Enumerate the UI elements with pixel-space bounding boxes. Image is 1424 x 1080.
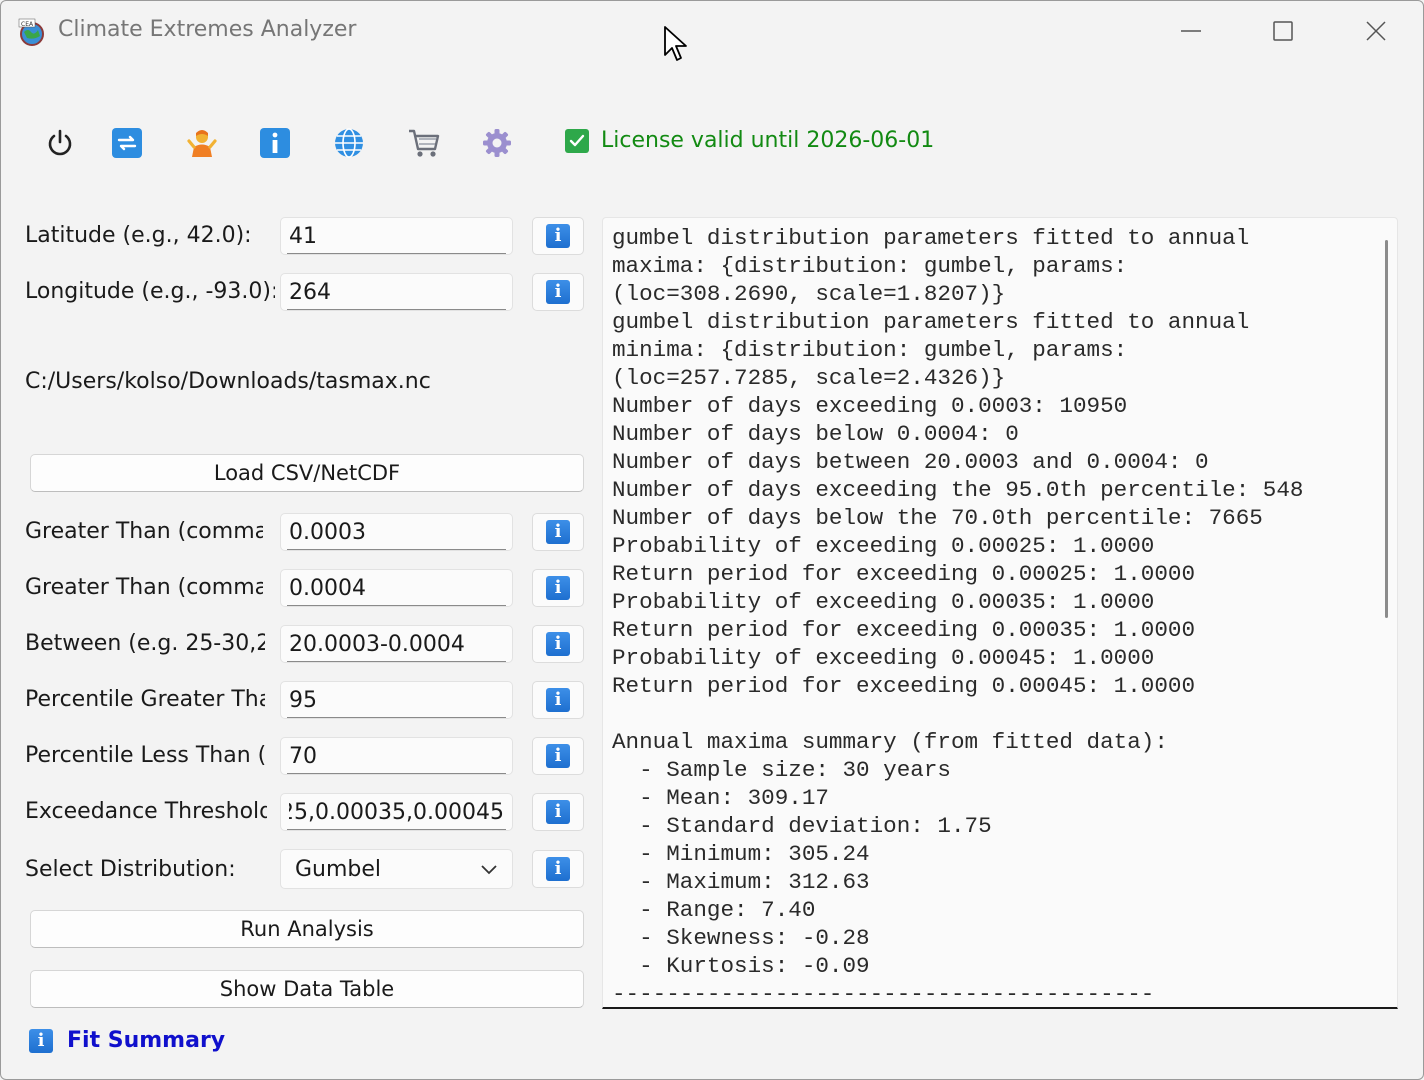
longitude-input[interactable] (281, 274, 512, 310)
percentile-less-input[interactable] (281, 738, 512, 774)
output-scrollbar[interactable] (1385, 240, 1388, 618)
greater-than-input-wrapper (280, 513, 513, 551)
percentile-less-input-wrapper (280, 737, 513, 775)
globe-icon[interactable] (331, 125, 367, 161)
less-than-input[interactable] (281, 570, 512, 606)
info-icon: i (546, 520, 570, 544)
info-icon: i (546, 576, 570, 600)
license-text: License valid until 2026-06-01 (601, 128, 935, 153)
run-analysis-button[interactable]: Run Analysis (30, 910, 584, 948)
latitude-input-wrapper (280, 217, 513, 255)
info-icon: i (29, 1028, 53, 1053)
longitude-label: Longitude (e.g., -93.0): (25, 279, 275, 304)
distribution-info-button[interactable]: i (532, 850, 584, 888)
info-icon: i (546, 857, 570, 881)
results-text: gumbel distribution parameters fitted to… (612, 225, 1304, 1007)
greater-than-info-button[interactable]: i (532, 513, 584, 551)
show-data-table-button[interactable]: Show Data Table (30, 970, 584, 1008)
between-input-wrapper (280, 625, 513, 663)
distribution-value: Gumbel (295, 856, 382, 882)
less-than-input-wrapper (280, 569, 513, 607)
fit-summary-label: Fit Summary (67, 1028, 226, 1053)
chevron-down-icon (480, 857, 498, 882)
person-shrug-icon[interactable] (184, 125, 220, 161)
percentile-greater-input-wrapper (280, 681, 513, 719)
power-icon[interactable] (42, 125, 78, 161)
exceedance-info-button[interactable]: i (532, 793, 584, 831)
info-icon: i (546, 280, 570, 304)
app-logo-icon: CEA (18, 18, 46, 46)
settings-icon[interactable] (479, 125, 515, 161)
longitude-info-button[interactable]: i (532, 273, 584, 311)
minimize-button[interactable] (1171, 13, 1211, 49)
window-title: Climate Extremes Analyzer (58, 17, 357, 42)
mouse-cursor-icon (663, 25, 691, 69)
percentile-greater-label: Percentile Greater Thar (25, 687, 265, 712)
between-label: Between (e.g. 25-30,27 (25, 631, 265, 656)
file-path-label: C:/Users/kolso/Downloads/tasmax.nc (25, 369, 431, 394)
greater-than-input[interactable] (281, 514, 512, 550)
exceedance-input[interactable] (281, 794, 512, 830)
close-button[interactable] (1356, 13, 1396, 49)
latitude-label: Latitude (e.g., 42.0): (25, 223, 252, 248)
info-icon: i (546, 744, 570, 768)
load-file-button[interactable]: Load CSV/NetCDF (30, 454, 584, 492)
percentile-greater-input[interactable] (281, 682, 512, 718)
percentile-less-label: Percentile Less Than (c (25, 743, 265, 768)
info-icon: i (546, 632, 570, 656)
exceedance-label: Exceedance Thresholds (25, 799, 267, 824)
info-icon: i (546, 224, 570, 248)
latitude-input[interactable] (281, 218, 512, 254)
maximize-button[interactable] (1263, 13, 1303, 49)
info-icon: i (546, 688, 570, 712)
refresh-icon[interactable] (109, 125, 145, 161)
less-than-info-button[interactable]: i (532, 569, 584, 607)
info-icon: i (546, 800, 570, 824)
between-input[interactable] (281, 626, 512, 662)
svg-text:CEA: CEA (21, 21, 34, 28)
latitude-info-button[interactable]: i (532, 217, 584, 255)
exceedance-input-wrapper (280, 793, 513, 831)
distribution-select[interactable]: Gumbel (280, 849, 513, 889)
greater-than-label: Greater Than (comma- (25, 519, 263, 544)
percentile-less-info-button[interactable]: i (532, 737, 584, 775)
distribution-label: Select Distribution: (25, 857, 236, 882)
info-icon[interactable] (257, 125, 293, 161)
less-than-label: Greater Than (comma- (25, 575, 263, 600)
cart-icon[interactable] (406, 125, 442, 161)
results-output[interactable]: gumbel distribution parameters fitted to… (602, 217, 1398, 1009)
fit-summary-link[interactable]: i Fit Summary (29, 1028, 225, 1053)
between-info-button[interactable]: i (532, 625, 584, 663)
longitude-input-wrapper (280, 273, 513, 311)
app-window: CEA Climate Extremes Analyzer License va… (0, 0, 1424, 1080)
check-icon (565, 128, 589, 153)
percentile-greater-info-button[interactable]: i (532, 681, 584, 719)
license-status: License valid until 2026-06-01 (565, 128, 934, 153)
